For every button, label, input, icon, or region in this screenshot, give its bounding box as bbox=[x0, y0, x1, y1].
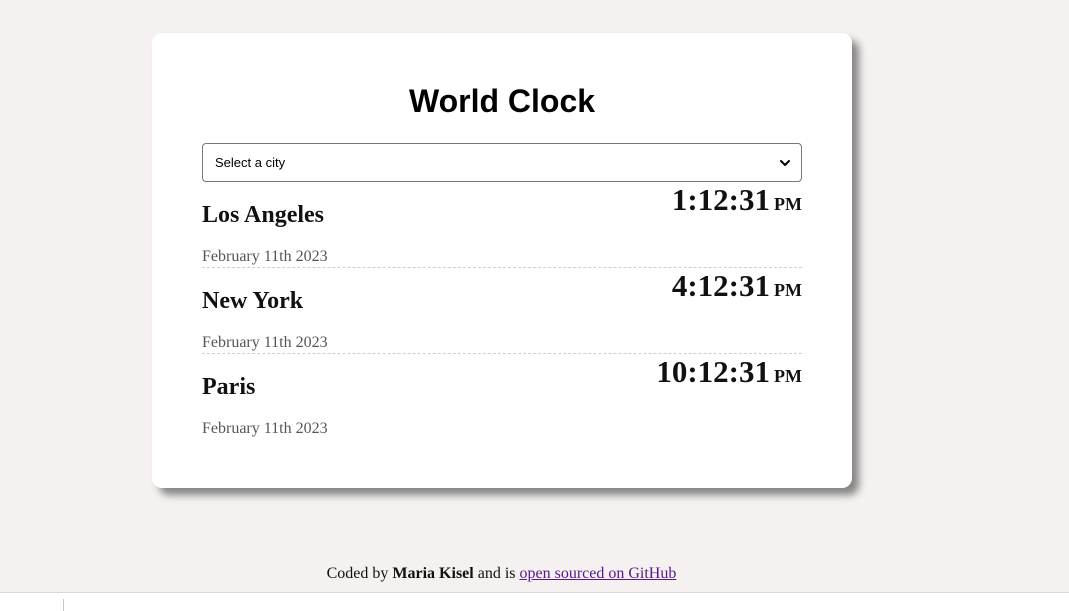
time-ampm: PM bbox=[774, 280, 802, 300]
city-time: 4:12:31 PM bbox=[672, 268, 802, 304]
time-value: 1:12:31 bbox=[671, 182, 771, 217]
city-name: Los Angeles bbox=[202, 202, 325, 228]
city-time: 1:12:31 PM bbox=[672, 182, 802, 218]
github-link[interactable]: open sourced on GitHub bbox=[520, 565, 677, 582]
city-select-value: Select a city bbox=[215, 155, 286, 170]
city-time: 10:12:31 PM bbox=[656, 354, 802, 390]
footer-author: Maria Kisel bbox=[392, 565, 474, 582]
time-value: 4:12:31 bbox=[671, 268, 771, 303]
city-date: February 11th 2023 bbox=[202, 420, 328, 437]
page-title: World Clock bbox=[408, 83, 596, 119]
time-ampm: PM bbox=[774, 366, 802, 386]
time-ampm: PM bbox=[774, 194, 802, 214]
city-date: February 11th 2023 bbox=[202, 334, 328, 351]
footer: Coded by Maria Kisel and is open sourced… bbox=[0, 565, 1003, 583]
bottom-bar bbox=[0, 592, 1069, 611]
city-date: February 11th 2023 bbox=[202, 248, 328, 265]
city-select[interactable]: Select a city bbox=[202, 143, 802, 182]
city-row-paris: Paris February 11th 2023 10:12:31 PM bbox=[202, 354, 802, 439]
world-clock-card: World Clock Select a city Los Angeles Fe… bbox=[152, 33, 852, 488]
city-select-wrapper: Select a city bbox=[202, 143, 802, 182]
city-name: Paris bbox=[202, 374, 256, 400]
city-list: Los Angeles February 11th 2023 1:12:31 PM… bbox=[202, 182, 802, 439]
city-row-new-york: New York February 11th 2023 4:12:31 PM bbox=[202, 268, 802, 354]
bottom-divider bbox=[63, 599, 64, 611]
chevron-down-icon bbox=[779, 157, 791, 169]
city-name: New York bbox=[202, 288, 304, 314]
footer-prefix: Coded by bbox=[326, 565, 393, 582]
city-row-los-angeles: Los Angeles February 11th 2023 1:12:31 PM bbox=[202, 182, 802, 268]
time-value: 10:12:31 bbox=[656, 354, 771, 389]
footer-middle: and is bbox=[473, 565, 520, 582]
